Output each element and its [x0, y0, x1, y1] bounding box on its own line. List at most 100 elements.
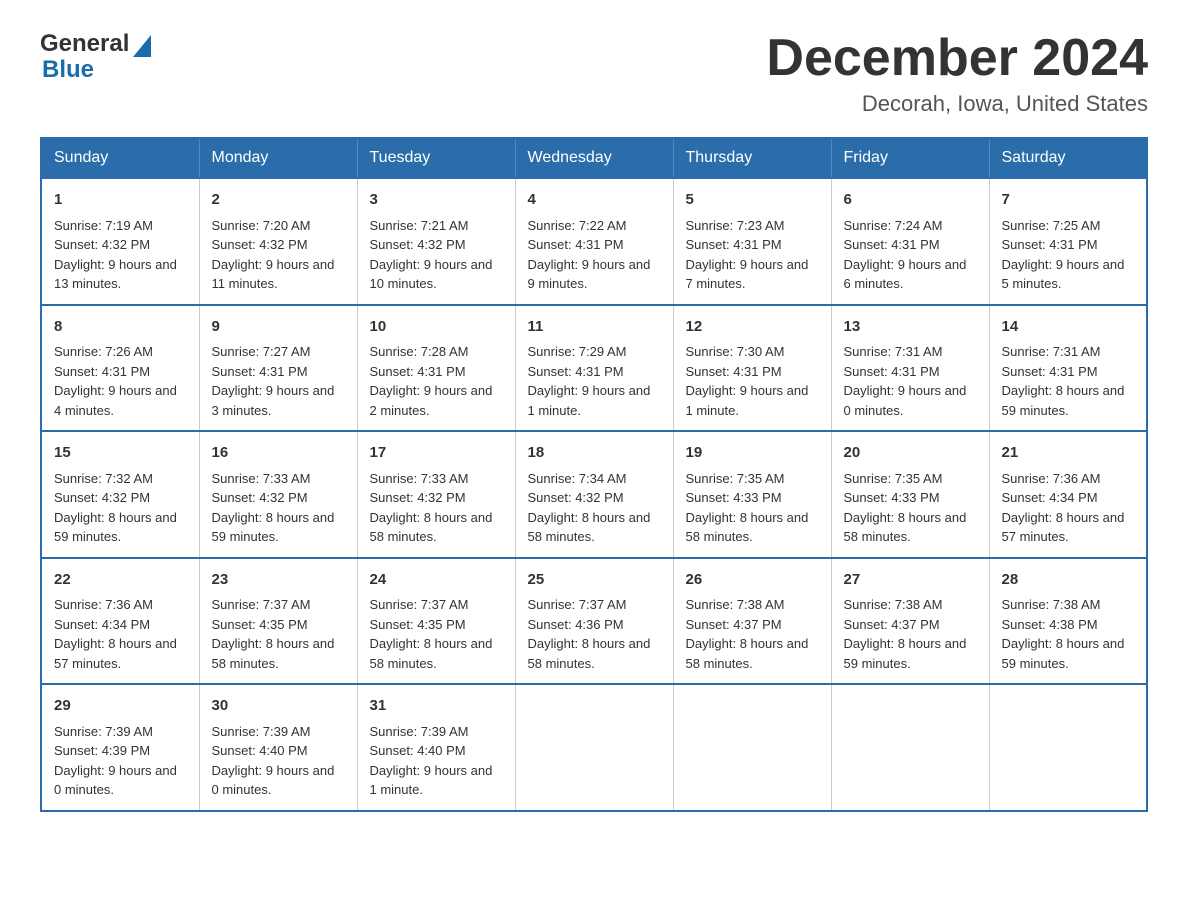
calendar-cell: 26Sunrise: 7:38 AMSunset: 4:37 PMDayligh… — [673, 558, 831, 685]
day-number: 11 — [528, 316, 661, 339]
calendar-cell: 28Sunrise: 7:38 AMSunset: 4:38 PMDayligh… — [989, 558, 1147, 685]
day-info: Sunrise: 7:38 AMSunset: 4:37 PMDaylight:… — [844, 595, 977, 673]
day-info: Sunrise: 7:39 AMSunset: 4:39 PMDaylight:… — [54, 722, 187, 800]
calendar-cell: 1 Sunrise: 7:19 AMSunset: 4:32 PMDaylight… — [41, 178, 199, 305]
day-number: 12 — [686, 316, 819, 339]
calendar-cell: 3 Sunrise: 7:21 AMSunset: 4:32 PMDaylight… — [357, 178, 515, 305]
month-year-title: December 2024 — [766, 30, 1148, 87]
calendar-cell: 23 Sunrise: 7:37 AMSunset: 4:35 PMDayligh… — [199, 558, 357, 685]
day-info: Sunrise: 7:24 AMSunset: 4:31 PMDaylight:… — [844, 216, 977, 294]
day-number: 28 — [1002, 569, 1135, 592]
calendar-table: Sunday Monday Tuesday Wednesday Thursday… — [40, 137, 1148, 812]
day-number: 13 — [844, 316, 977, 339]
calendar-cell: 20Sunrise: 7:35 AMSunset: 4:33 PMDayligh… — [831, 431, 989, 558]
day-info: Sunrise: 7:28 AMSunset: 4:31 PMDaylight:… — [370, 342, 503, 420]
logo-blue-text: Blue — [42, 56, 94, 84]
title-section: December 2024 Decorah, Iowa, United Stat… — [766, 30, 1148, 117]
header-tuesday: Tuesday — [357, 138, 515, 178]
calendar-cell: 24 Sunrise: 7:37 AMSunset: 4:35 PMDayligh… — [357, 558, 515, 685]
day-info: Sunrise: 7:30 AMSunset: 4:31 PMDaylight:… — [686, 342, 819, 420]
day-number: 21 — [1002, 442, 1135, 465]
day-number: 30 — [212, 695, 345, 718]
header-friday: Friday — [831, 138, 989, 178]
day-info: Sunrise: 7:35 AMSunset: 4:33 PMDaylight:… — [686, 469, 819, 547]
calendar-cell: 27 Sunrise: 7:38 AMSunset: 4:37 PMDayligh… — [831, 558, 989, 685]
calendar-cell — [673, 684, 831, 811]
header-wednesday: Wednesday — [515, 138, 673, 178]
day-number: 26 — [686, 569, 819, 592]
day-number: 25 — [528, 569, 661, 592]
day-info: Sunrise: 7:36 AMSunset: 4:34 PMDaylight:… — [1002, 469, 1135, 547]
calendar-week-row: 29 Sunrise: 7:39 AMSunset: 4:39 PMDayligh… — [41, 684, 1147, 811]
calendar-cell — [831, 684, 989, 811]
day-info: Sunrise: 7:37 AMSunset: 4:36 PMDaylight:… — [528, 595, 661, 673]
day-info: Sunrise: 7:19 AMSunset: 4:32 PMDaylight:… — [54, 216, 187, 294]
day-info: Sunrise: 7:31 AMSunset: 4:31 PMDaylight:… — [844, 342, 977, 420]
day-info: Sunrise: 7:22 AMSunset: 4:31 PMDaylight:… — [528, 216, 661, 294]
calendar-cell: 15 Sunrise: 7:32 AMSunset: 4:32 PMDayligh… — [41, 431, 199, 558]
logo: General Blue — [40, 30, 151, 84]
day-number: 17 — [370, 442, 503, 465]
calendar-cell: 4 Sunrise: 7:22 AMSunset: 4:31 PMDaylight… — [515, 178, 673, 305]
day-number: 15 — [54, 442, 187, 465]
calendar-cell — [515, 684, 673, 811]
calendar-cell: 10 Sunrise: 7:28 AMSunset: 4:31 PMDayligh… — [357, 305, 515, 432]
day-number: 1 — [54, 189, 187, 212]
header-saturday: Saturday — [989, 138, 1147, 178]
day-number: 31 — [370, 695, 503, 718]
calendar-cell: 16Sunrise: 7:33 AMSunset: 4:32 PMDayligh… — [199, 431, 357, 558]
calendar-cell: 21 Sunrise: 7:36 AMSunset: 4:34 PMDayligh… — [989, 431, 1147, 558]
calendar-header: Sunday Monday Tuesday Wednesday Thursday… — [41, 138, 1147, 178]
day-number: 10 — [370, 316, 503, 339]
calendar-week-row: 22 Sunrise: 7:36 AMSunset: 4:34 PMDayligh… — [41, 558, 1147, 685]
calendar-cell: 13 Sunrise: 7:31 AMSunset: 4:31 PMDayligh… — [831, 305, 989, 432]
day-number: 5 — [686, 189, 819, 212]
logo-general-text: General — [40, 30, 129, 58]
day-info: Sunrise: 7:37 AMSunset: 4:35 PMDaylight:… — [370, 595, 503, 673]
calendar-cell: 7 Sunrise: 7:25 AMSunset: 4:31 PMDaylight… — [989, 178, 1147, 305]
day-number: 14 — [1002, 316, 1135, 339]
calendar-cell: 8 Sunrise: 7:26 AMSunset: 4:31 PMDaylight… — [41, 305, 199, 432]
day-info: Sunrise: 7:20 AMSunset: 4:32 PMDaylight:… — [212, 216, 345, 294]
day-info: Sunrise: 7:32 AMSunset: 4:32 PMDaylight:… — [54, 469, 187, 547]
header-monday: Monday — [199, 138, 357, 178]
day-info: Sunrise: 7:31 AMSunset: 4:31 PMDaylight:… — [1002, 342, 1135, 420]
day-info: Sunrise: 7:29 AMSunset: 4:31 PMDaylight:… — [528, 342, 661, 420]
day-number: 24 — [370, 569, 503, 592]
calendar-cell: 22 Sunrise: 7:36 AMSunset: 4:34 PMDayligh… — [41, 558, 199, 685]
calendar-cell: 6 Sunrise: 7:24 AMSunset: 4:31 PMDaylight… — [831, 178, 989, 305]
calendar-cell: 29 Sunrise: 7:39 AMSunset: 4:39 PMDayligh… — [41, 684, 199, 811]
day-number: 29 — [54, 695, 187, 718]
day-number: 19 — [686, 442, 819, 465]
day-info: Sunrise: 7:36 AMSunset: 4:34 PMDaylight:… — [54, 595, 187, 673]
calendar-cell: 12 Sunrise: 7:30 AMSunset: 4:31 PMDayligh… — [673, 305, 831, 432]
day-info: Sunrise: 7:27 AMSunset: 4:31 PMDaylight:… — [212, 342, 345, 420]
logo-arrow-icon — [133, 35, 151, 57]
day-info: Sunrise: 7:39 AMSunset: 4:40 PMDaylight:… — [370, 722, 503, 800]
calendar-cell: 31 Sunrise: 7:39 AMSunset: 4:40 PMDayligh… — [357, 684, 515, 811]
day-number: 23 — [212, 569, 345, 592]
day-info: Sunrise: 7:39 AMSunset: 4:40 PMDaylight:… — [212, 722, 345, 800]
day-number: 2 — [212, 189, 345, 212]
page-header: General Blue December 2024 Decorah, Iowa… — [40, 30, 1148, 117]
calendar-cell: 19 Sunrise: 7:35 AMSunset: 4:33 PMDayligh… — [673, 431, 831, 558]
calendar-cell: 5 Sunrise: 7:23 AMSunset: 4:31 PMDaylight… — [673, 178, 831, 305]
day-info: Sunrise: 7:37 AMSunset: 4:35 PMDaylight:… — [212, 595, 345, 673]
day-number: 4 — [528, 189, 661, 212]
day-number: 7 — [1002, 189, 1135, 212]
calendar-cell: 18Sunrise: 7:34 AMSunset: 4:32 PMDayligh… — [515, 431, 673, 558]
day-number: 27 — [844, 569, 977, 592]
day-info: Sunrise: 7:25 AMSunset: 4:31 PMDaylight:… — [1002, 216, 1135, 294]
day-info: Sunrise: 7:26 AMSunset: 4:31 PMDaylight:… — [54, 342, 187, 420]
day-number: 8 — [54, 316, 187, 339]
calendar-week-row: 1 Sunrise: 7:19 AMSunset: 4:32 PMDaylight… — [41, 178, 1147, 305]
day-number: 6 — [844, 189, 977, 212]
calendar-week-row: 15 Sunrise: 7:32 AMSunset: 4:32 PMDayligh… — [41, 431, 1147, 558]
day-number: 3 — [370, 189, 503, 212]
day-info: Sunrise: 7:21 AMSunset: 4:32 PMDaylight:… — [370, 216, 503, 294]
day-number: 22 — [54, 569, 187, 592]
calendar-cell — [989, 684, 1147, 811]
day-info: Sunrise: 7:23 AMSunset: 4:31 PMDaylight:… — [686, 216, 819, 294]
calendar-cell: 2 Sunrise: 7:20 AMSunset: 4:32 PMDaylight… — [199, 178, 357, 305]
header-sunday: Sunday — [41, 138, 199, 178]
